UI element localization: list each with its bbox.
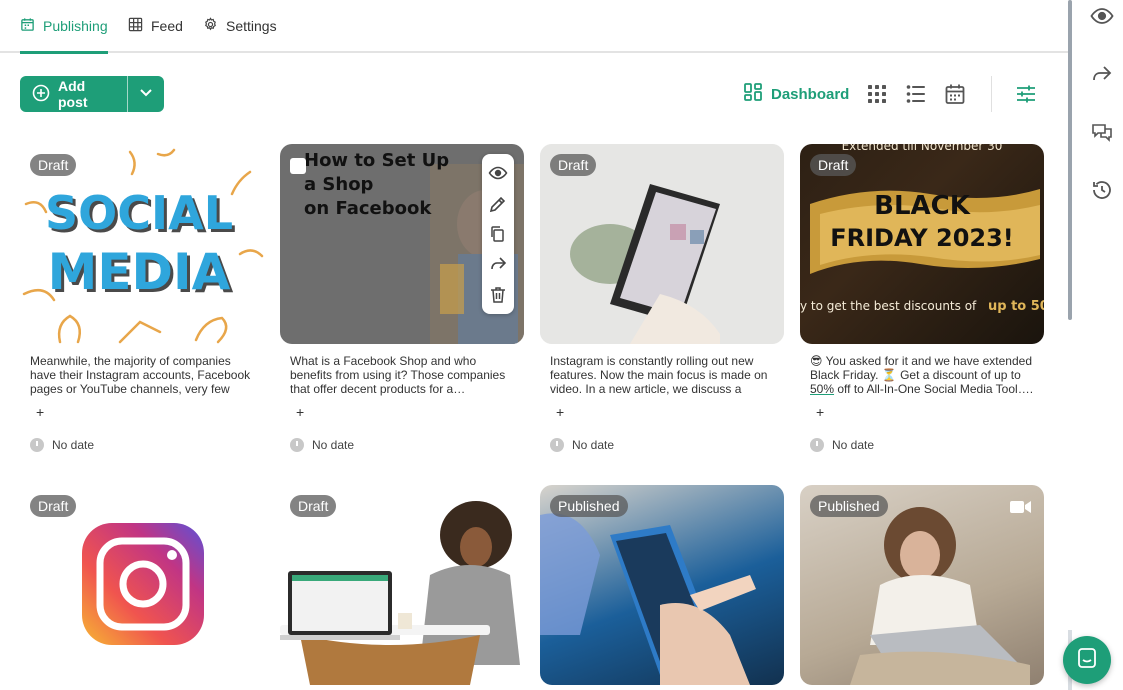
add-tag-button[interactable]: + xyxy=(296,404,312,420)
tab-settings-label: Settings xyxy=(226,18,277,34)
trash-icon[interactable] xyxy=(488,285,508,305)
post-date-label: No date xyxy=(832,438,875,452)
add-tag-button[interactable]: + xyxy=(816,404,832,420)
calendar-view-icon[interactable] xyxy=(944,83,966,105)
post-description-part-3: off to All-In-One Social Media Tool…. xyxy=(834,382,1034,396)
support-chat-button[interactable] xyxy=(1063,636,1111,684)
select-checkbox[interactable] xyxy=(290,158,306,174)
share-forward-icon[interactable] xyxy=(1090,62,1114,86)
post-description: Meanwhile, the majority of companies hav… xyxy=(30,354,251,396)
image-title-line-2-front: MEDIA xyxy=(48,243,231,301)
clock-icon xyxy=(290,438,304,452)
post-description: What is a Facebook Shop and who benefits… xyxy=(290,354,506,396)
post-date: No date xyxy=(290,438,524,452)
post-image[interactable]: Draft xyxy=(540,144,784,344)
preview-eye-icon[interactable] xyxy=(488,163,508,183)
post-image[interactable]: Draft xyxy=(280,485,524,685)
post-date-label: No date xyxy=(52,438,95,452)
image-title-line-1: BLACK xyxy=(874,191,971,221)
post-card[interactable]: Published xyxy=(800,485,1044,685)
post-image[interactable]: Extended till November 30 BLACK FRIDAY 2… xyxy=(800,144,1044,344)
image-title-line-1: How to Set Up xyxy=(304,150,449,171)
status-badge: Draft xyxy=(30,154,77,176)
post-image[interactable]: How to Set Up a Shop on Facebook xyxy=(280,144,524,344)
post-card[interactable]: Draft Instagram is constantly rolling ou… xyxy=(540,144,784,452)
post-card[interactable]: Draft xyxy=(20,485,264,685)
image-title-line-1-front: SOCIAL xyxy=(45,186,233,240)
post-image[interactable]: Draft xyxy=(20,485,264,685)
image-top-text: Extended till November 30 xyxy=(842,144,1003,153)
post-card[interactable]: Extended till November 30 BLACK FRIDAY 2… xyxy=(800,144,1044,452)
post-date-label: No date xyxy=(312,438,355,452)
post-image[interactable]: Published xyxy=(540,485,784,685)
tab-publishing[interactable]: Publishing xyxy=(20,0,108,54)
image-title-line-2: a Shop xyxy=(304,174,374,195)
post-description-link[interactable]: 50% xyxy=(810,382,834,396)
dashboard-label: Dashboard xyxy=(771,85,850,103)
tab-publishing-label: Publishing xyxy=(43,18,108,34)
top-navigation: Publishing Feed Settings xyxy=(0,0,1068,54)
toolbar-divider xyxy=(991,76,992,112)
status-badge: Draft xyxy=(810,154,857,176)
history-icon[interactable] xyxy=(1090,178,1114,202)
chat-icon xyxy=(1075,646,1099,675)
status-badge: Draft xyxy=(550,154,597,176)
post-card[interactable]: Published xyxy=(540,485,784,685)
post-date: No date xyxy=(30,438,264,452)
add-post-dropdown-button[interactable] xyxy=(128,76,164,112)
view-dashboard-button[interactable]: Dashboard xyxy=(743,82,849,106)
filter-sliders-icon[interactable] xyxy=(1015,83,1037,105)
add-post-label: Add post xyxy=(58,78,88,110)
share-icon[interactable] xyxy=(488,254,508,274)
status-badge: Published xyxy=(550,495,628,517)
status-badge: Draft xyxy=(30,495,77,517)
tab-feed[interactable]: Feed xyxy=(128,0,183,52)
comments-icon[interactable] xyxy=(1090,120,1114,144)
add-post-button-group: Add post xyxy=(20,76,164,112)
post-description: 😎 You asked for it and we have extended … xyxy=(800,354,1044,396)
post-card[interactable]: How to Set Up a Shop on Facebook What is… xyxy=(280,144,524,452)
clock-icon xyxy=(30,438,44,452)
clock-icon xyxy=(550,438,564,452)
gear-icon xyxy=(203,17,218,35)
add-tag-button[interactable]: + xyxy=(36,404,52,420)
status-badge: Published xyxy=(810,495,888,517)
chevron-down-icon xyxy=(138,84,154,105)
post-date: No date xyxy=(550,438,784,452)
post-card[interactable]: SOCIAL SOCIAL MEDIA MEDIA Draft Meanwhil… xyxy=(20,144,264,452)
duplicate-icon[interactable] xyxy=(488,224,508,244)
eye-icon[interactable] xyxy=(1090,4,1114,28)
right-rail xyxy=(1068,0,1123,690)
add-post-button[interactable]: Add post xyxy=(20,76,127,112)
image-bottom-highlight: up to 50 xyxy=(988,299,1044,314)
post-description-part-1: 😎 You asked for it and we have extended … xyxy=(810,354,1032,382)
tab-settings[interactable]: Settings xyxy=(203,0,277,52)
add-tag-button[interactable]: + xyxy=(556,404,572,420)
clock-icon xyxy=(810,438,824,452)
image-bottom-text: y to get the best discounts of xyxy=(800,299,977,313)
card-action-toolbar xyxy=(482,154,514,314)
image-title-line-3: on Facebook xyxy=(304,198,432,219)
dashboard-icon xyxy=(743,82,763,106)
scrollbar-thumb[interactable] xyxy=(1068,0,1072,320)
post-description: Instagram is constantly rolling out new … xyxy=(550,354,768,396)
image-title-line-2: FRIDAY 2023! xyxy=(830,224,1013,252)
calendar-icon xyxy=(20,17,35,35)
list-view-icon[interactable] xyxy=(905,83,927,105)
post-card[interactable]: Draft xyxy=(280,485,524,685)
edit-pencil-icon[interactable] xyxy=(488,194,508,214)
post-image[interactable]: SOCIAL SOCIAL MEDIA MEDIA Draft xyxy=(20,144,264,344)
grid-view-icon[interactable] xyxy=(866,83,888,105)
video-camera-icon xyxy=(1010,499,1032,515)
plus-circle-icon xyxy=(32,84,50,105)
post-image[interactable]: Published xyxy=(800,485,1044,685)
post-date: No date xyxy=(810,438,1044,452)
status-badge: Draft xyxy=(290,495,337,517)
post-date-label: No date xyxy=(572,438,615,452)
tab-feed-label: Feed xyxy=(151,18,183,34)
grid-table-icon xyxy=(128,17,143,35)
